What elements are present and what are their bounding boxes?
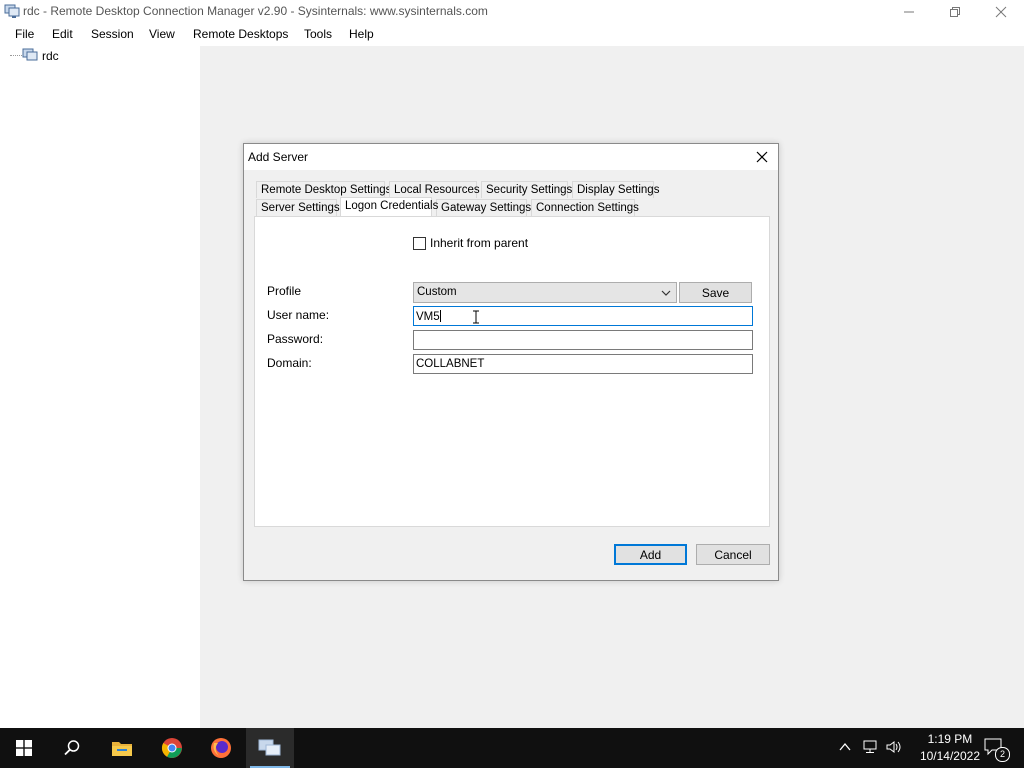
- start-button[interactable]: [0, 728, 48, 768]
- tab-display-settings[interactable]: Display Settings: [572, 181, 659, 198]
- tree-root-node[interactable]: rdc: [42, 49, 59, 63]
- search-icon: [64, 740, 80, 756]
- inherit-from-parent-label: Inherit from parent: [430, 236, 529, 250]
- rdcman-app-icon: [4, 4, 20, 18]
- cancel-button[interactable]: Cancel: [696, 544, 770, 565]
- menu-bar: File Edit Session View Remote Desktops T…: [0, 23, 1024, 46]
- username-label: User name:: [267, 308, 330, 322]
- tab-logon-credentials[interactable]: Logon Credentials: [340, 197, 438, 216]
- file-explorer-button[interactable]: [98, 728, 146, 768]
- title-bar: rdc - Remote Desktop Connection Manager …: [0, 0, 1024, 23]
- logon-credentials-panel: Inherit from parent Profile Custom Save …: [254, 216, 770, 527]
- notification-count-badge: 2: [995, 747, 1010, 762]
- ibeam-cursor-icon: [473, 310, 479, 324]
- password-label: Password:: [267, 332, 324, 346]
- rdcman-taskbar-button[interactable]: [246, 728, 294, 768]
- menu-file[interactable]: File: [15, 27, 34, 41]
- restore-button[interactable]: [932, 0, 978, 23]
- add-server-dialog: Add Server Remote Desktop Settings Local…: [243, 143, 779, 581]
- minimize-icon: [904, 11, 914, 12]
- profile-label: Profile: [267, 284, 302, 298]
- chevron-down-icon: [661, 290, 671, 296]
- menu-tools[interactable]: Tools: [304, 27, 332, 41]
- close-icon: [756, 151, 768, 163]
- text-cursor: [439, 310, 441, 322]
- tab-server-settings[interactable]: Server Settings: [256, 199, 340, 216]
- tab-gateway-settings[interactable]: Gateway Settings: [436, 199, 531, 216]
- domain-input[interactable]: COLLABNET: [413, 354, 753, 374]
- search-button[interactable]: [48, 728, 96, 768]
- inherit-from-parent-checkbox[interactable]: [413, 237, 426, 250]
- network-icon[interactable]: [863, 740, 879, 757]
- password-input[interactable]: [413, 330, 753, 350]
- dialog-title-bar: Add Server: [244, 144, 778, 170]
- taskbar: 1:19 PM 10/14/2022 2: [0, 728, 1024, 768]
- firefox-button[interactable]: [197, 728, 245, 768]
- profile-select[interactable]: Custom: [413, 282, 677, 303]
- profile-select-value: Custom: [417, 286, 457, 298]
- tab-remote-desktop-settings[interactable]: Remote Desktop Settings: [256, 181, 391, 198]
- save-profile-button[interactable]: Save: [679, 282, 752, 303]
- server-group-icon: [22, 48, 38, 61]
- tree-connector: [10, 55, 22, 56]
- chrome-icon: [161, 738, 182, 758]
- menu-help[interactable]: Help: [349, 27, 374, 41]
- tab-security-settings[interactable]: Security Settings: [481, 181, 572, 198]
- firefox-icon: [211, 738, 231, 758]
- volume-icon[interactable]: [886, 740, 902, 757]
- username-value: VM5: [416, 311, 440, 323]
- dialog-close-button[interactable]: [752, 147, 772, 167]
- tab-connection-settings[interactable]: Connection Settings: [531, 199, 639, 216]
- folder-icon: [112, 742, 132, 756]
- server-tree: rdc: [0, 46, 200, 728]
- windows-logo-icon: [16, 740, 32, 756]
- chrome-button[interactable]: [148, 728, 196, 768]
- tab-local-resources[interactable]: Local Resources: [389, 181, 480, 198]
- show-hidden-icons-chevron-icon[interactable]: [839, 740, 851, 755]
- window-title: rdc - Remote Desktop Connection Manager …: [23, 4, 488, 18]
- add-button[interactable]: Add: [614, 544, 687, 565]
- rdcman-app-icon: [258, 739, 281, 756]
- menu-edit[interactable]: Edit: [52, 27, 73, 41]
- minimize-button[interactable]: [886, 0, 932, 23]
- menu-view[interactable]: View: [149, 27, 175, 41]
- username-input[interactable]: VM5: [413, 306, 753, 326]
- domain-label: Domain:: [267, 356, 312, 370]
- menu-session[interactable]: Session: [91, 27, 134, 41]
- dialog-title: Add Server: [248, 150, 309, 164]
- close-window-button[interactable]: [978, 0, 1024, 23]
- clock-time: 1:19 PM: [927, 732, 973, 746]
- menu-remote-desktops[interactable]: Remote Desktops: [193, 27, 288, 41]
- close-icon: [995, 6, 1007, 17]
- restore-icon: [950, 6, 960, 17]
- system-clock[interactable]: 1:19 PM 10/14/2022: [920, 731, 980, 765]
- clock-date: 10/14/2022: [919, 749, 980, 763]
